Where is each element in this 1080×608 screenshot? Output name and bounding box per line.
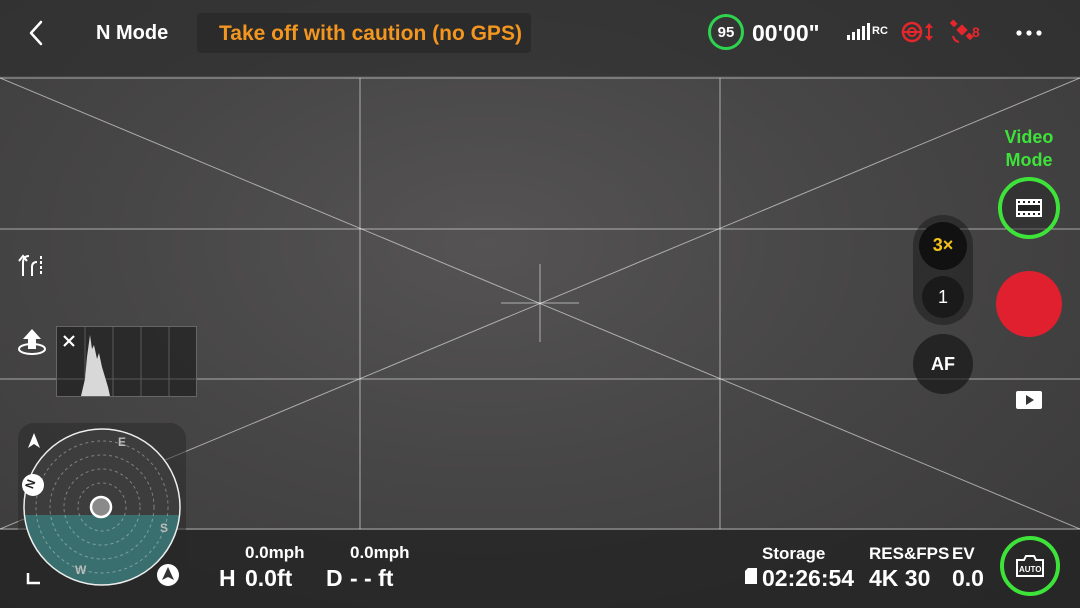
north-arrow-icon: [28, 433, 40, 448]
compass-radar[interactable]: [18, 423, 186, 593]
playback-icon[interactable]: [1015, 390, 1043, 410]
distance-value: - - ft: [350, 565, 394, 591]
height-label: H: [219, 565, 236, 591]
height-value: 0.0ft: [245, 565, 293, 591]
histogram-panel: [56, 326, 197, 397]
battery-level: 95: [717, 24, 735, 41]
takeoff-warning-banner[interactable]: Take off with caution (no GPS): [197, 13, 531, 53]
compass-south: S: [160, 521, 169, 535]
storage-value[interactable]: 02:26:54: [762, 565, 854, 592]
video-mode-button[interactable]: [998, 177, 1060, 239]
zoom-1x-button[interactable]: 1: [922, 276, 964, 318]
aircraft-position-marker: [89, 495, 113, 519]
resfps-label: RES&FPS: [869, 544, 950, 563]
resfps-value[interactable]: 4K 30: [869, 565, 930, 592]
route-waypoint-icon[interactable]: [18, 252, 46, 280]
sd-card-icon: [745, 568, 757, 584]
distance-label: D: [326, 565, 343, 591]
video-mode-label-line1: Video: [1004, 127, 1054, 147]
takeoff-icon[interactable]: [16, 327, 48, 357]
ev-value[interactable]: 0.0: [952, 565, 984, 592]
more-options-icon[interactable]: [1016, 30, 1042, 36]
zoom-1x-label: 1: [937, 287, 948, 307]
gps-satellite-icon[interactable]: [950, 18, 974, 44]
horizontal-speed: 0.0mph: [245, 543, 305, 562]
storage-label: Storage: [762, 544, 826, 563]
histogram-chart: [81, 327, 170, 396]
flight-time: 00'00": [752, 20, 820, 46]
video-mode-label: Video Mode: [996, 126, 1062, 172]
ev-label: EV: [952, 544, 975, 563]
back-arrow-icon[interactable]: [24, 18, 50, 48]
vertical-speed: 0.0mph: [350, 543, 410, 562]
autofocus-label: AF: [931, 354, 955, 374]
compass-west: W: [75, 563, 87, 577]
battery-indicator[interactable]: 95: [708, 14, 744, 50]
satellite-count: 8: [972, 24, 980, 40]
auto-label: AUTO: [1019, 565, 1042, 574]
autofocus-button[interactable]: AF: [913, 334, 973, 394]
video-mode-label-line2: Mode: [1005, 150, 1053, 170]
zoom-3x-label: 3×: [932, 235, 954, 255]
record-button[interactable]: [996, 271, 1062, 337]
rc-label: RC: [872, 25, 888, 37]
film-icon: [1016, 199, 1042, 217]
close-histogram-icon[interactable]: [62, 334, 76, 348]
zoom-3x-button[interactable]: 3×: [919, 222, 967, 270]
takeoff-warning-text: Take off with caution (no GPS): [219, 22, 522, 45]
auto-exposure-button[interactable]: AUTO: [1000, 536, 1060, 596]
obstacle-sensing-icon[interactable]: [900, 20, 938, 44]
flight-mode-label[interactable]: N Mode: [96, 22, 168, 45]
rc-signal-icon[interactable]: [846, 20, 870, 42]
map-corner-icon: [26, 573, 40, 585]
compass-east: E: [118, 435, 127, 449]
